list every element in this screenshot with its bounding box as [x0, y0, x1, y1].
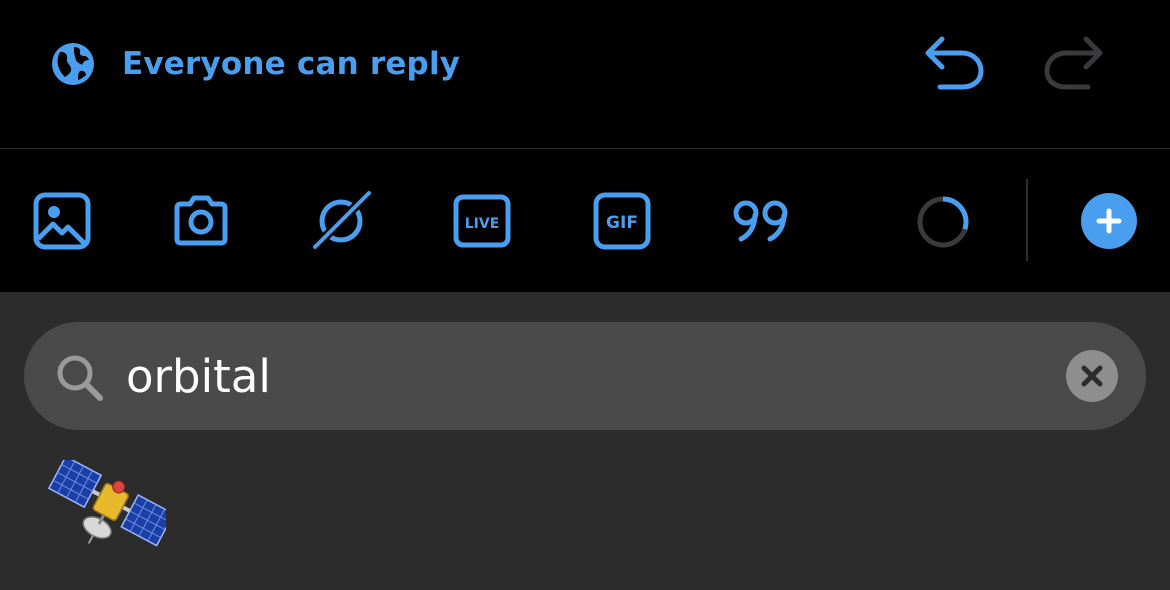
- spaces-button[interactable]: [311, 191, 371, 251]
- go-live-button[interactable]: LIVE: [452, 191, 512, 251]
- reply-settings-label: Everyone can reply: [122, 46, 461, 82]
- reply-settings-bar: Everyone can reply: [0, 0, 1170, 148]
- live-icon: LIVE: [453, 194, 511, 248]
- reply-settings-button[interactable]: Everyone can reply: [50, 40, 460, 88]
- character-count-ring: [914, 193, 972, 251]
- satellite-icon: [47, 455, 175, 547]
- quote-button[interactable]: [731, 191, 791, 251]
- gif-icon: GIF: [593, 192, 651, 250]
- toolbar-separator: [1026, 179, 1028, 261]
- compose-toolbar: LIVE GIF: [0, 149, 1170, 292]
- globe-icon: [52, 43, 94, 85]
- camera-button[interactable]: [171, 191, 231, 251]
- redo-button[interactable]: [1038, 33, 1108, 93]
- undo-icon: [925, 36, 984, 90]
- undo-button[interactable]: [920, 33, 990, 93]
- add-image-button[interactable]: [32, 191, 92, 251]
- gif-icon-label: GIF: [606, 213, 638, 233]
- add-gif-button[interactable]: GIF: [592, 191, 652, 251]
- redo-icon: [1044, 36, 1103, 90]
- image-icon: [33, 192, 91, 250]
- clear-search-button[interactable]: [1066, 350, 1118, 402]
- add-post-button[interactable]: [1081, 193, 1137, 249]
- quote-icon: [733, 200, 788, 242]
- search-icon: [57, 355, 103, 401]
- emoji-search-input[interactable]: [126, 346, 1046, 406]
- plus-icon: [1096, 208, 1122, 234]
- emoji-picker: [0, 292, 1170, 590]
- emoji-search-bar: [24, 322, 1146, 430]
- emoji-result-satellite[interactable]: [47, 455, 175, 558]
- emoji-results: [47, 455, 1148, 560]
- space-icon: [311, 191, 371, 251]
- camera-icon: [174, 195, 228, 246]
- live-icon-label: LIVE: [465, 216, 500, 232]
- close-icon: [1081, 365, 1103, 387]
